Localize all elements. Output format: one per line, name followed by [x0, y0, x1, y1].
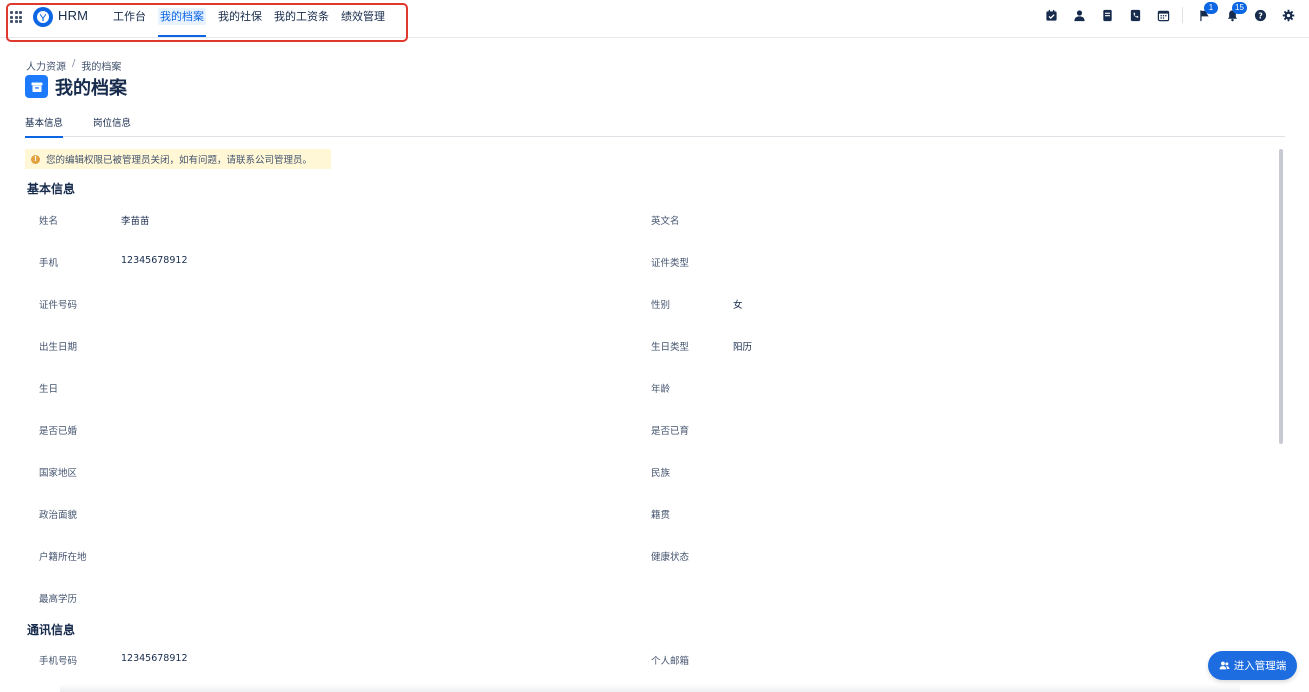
section-title-contact-info: 通讯信息 [27, 623, 76, 637]
top-navigation-bar: HRM 工作台 我的档案 我的社保 我的工资条 绩效管理 1 15 ? [0, 0, 1309, 38]
field-value: 12345678912 [121, 653, 188, 664]
toolbar-divider [1182, 7, 1183, 23]
field-label: 手机号码 [39, 656, 78, 667]
breadcrumb-item-hr[interactable]: 人力资源 [26, 58, 66, 73]
field-label: 英文名 [651, 216, 680, 227]
tab-basic-info[interactable]: 基本信息 [25, 113, 64, 138]
field-label: 个人邮箱 [651, 656, 690, 667]
person-icon[interactable] [1072, 8, 1086, 22]
field-value: 李苗苗 [121, 216, 150, 227]
field-label: 户籍所在地 [39, 552, 87, 563]
tab-position-info[interactable]: 岗位信息 [93, 113, 131, 137]
nav-item-label: 我的档案 [158, 8, 206, 25]
breadcrumb-separator: / [72, 58, 76, 69]
field-label: 性别 [651, 300, 671, 311]
breadcrumb-item-my-profile[interactable]: 我的档案 [81, 58, 121, 73]
bell-icon[interactable]: 15 [1225, 2, 1247, 22]
breadcrumb: 人力资源 / 我的档案 [26, 58, 121, 73]
flag-icon[interactable]: 1 [1197, 2, 1218, 22]
document-icon[interactable] [1100, 8, 1114, 22]
warning-icon: ! [31, 154, 40, 164]
nav-item-performance[interactable]: 绩效管理 [335, 0, 391, 38]
field-label: 出生日期 [39, 342, 78, 353]
field-label: 证件类型 [651, 258, 690, 269]
flag-badge: 1 [1204, 2, 1218, 14]
nav-item-label: 我的社保 [218, 10, 262, 23]
field-value: 女 [733, 300, 743, 311]
nav-item-my-payslip[interactable]: 我的工资条 [268, 0, 335, 38]
field-label: 生日类型 [651, 342, 690, 353]
nav-item-my-social-security[interactable]: 我的社保 [212, 0, 268, 38]
field-label: 最高学历 [39, 594, 78, 605]
scrollbar-thumb[interactable] [1279, 149, 1283, 444]
permission-notice: ! 您的编辑权限已被管理员关闭，如有问题，请联系公司管理员。 [25, 149, 331, 169]
field-label: 民族 [651, 468, 671, 479]
field-value: 12345678912 [121, 255, 188, 266]
bell-badge: 15 [1232, 2, 1247, 14]
nav-item-label: 我的工资条 [274, 10, 329, 23]
nav-item-workbench[interactable]: 工作台 [107, 0, 152, 38]
archive-box-icon [25, 75, 48, 98]
field-label: 健康状态 [651, 552, 690, 563]
phone-book-icon[interactable] [1128, 8, 1142, 22]
nav-item-label: 绩效管理 [341, 10, 385, 23]
field-value: 阳历 [733, 342, 753, 353]
field-label: 是否已婚 [39, 426, 78, 437]
field-label: 是否已育 [651, 426, 690, 437]
app-switcher-icon[interactable] [10, 11, 22, 23]
help-icon[interactable]: ? [1253, 8, 1267, 22]
svg-text:?: ? [1258, 11, 1263, 20]
field-label: 生日 [39, 384, 59, 395]
notice-text: 您的编辑权限已被管理员关闭，如有问题，请联系公司管理员。 [46, 155, 313, 166]
toolbar-icons: 1 15 ? [1030, 2, 1295, 23]
brand-name[interactable]: HRM [58, 8, 88, 23]
field-label: 年龄 [651, 384, 671, 395]
field-label: 国家地区 [39, 468, 78, 479]
field-label: 证件号码 [39, 300, 78, 311]
users-icon [1219, 661, 1230, 670]
calendar-check-icon[interactable] [1044, 8, 1058, 22]
main-nav: 工作台 我的档案 我的社保 我的工资条 绩效管理 [107, 0, 391, 38]
section-title-basic-info: 基本信息 [27, 182, 76, 196]
field-label: 姓名 [39, 216, 59, 227]
hrm-logo-icon[interactable] [33, 7, 53, 27]
field-label: 政治面貌 [39, 510, 78, 521]
field-label: 籍贯 [651, 510, 671, 521]
bottom-shadow [60, 684, 1240, 692]
enter-admin-label: 进入管理端 [1233, 660, 1287, 672]
field-label: 手机 [39, 258, 59, 269]
tab-bar: 基本信息 岗位信息 [25, 113, 1285, 138]
enter-admin-button[interactable]: 进入管理端 [1208, 651, 1297, 680]
page-title: 我的档案 [55, 78, 127, 99]
gear-icon[interactable] [1281, 8, 1295, 22]
nav-item-label: 工作台 [113, 10, 146, 23]
nav-item-my-profile[interactable]: 我的档案 [152, 0, 212, 38]
calendar-icon[interactable] [1156, 8, 1170, 22]
